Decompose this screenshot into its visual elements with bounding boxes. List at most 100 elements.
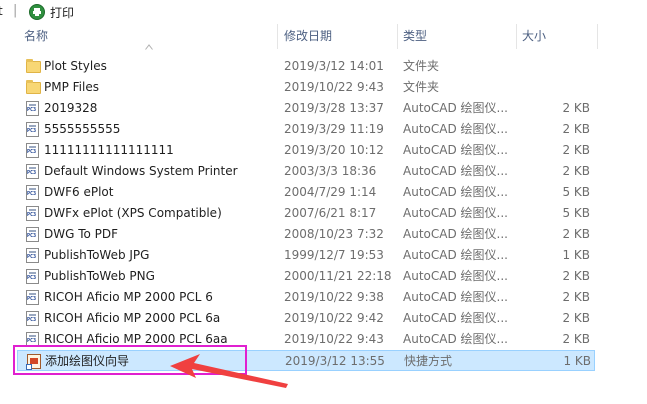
print-icon [29,4,45,20]
file-date: 2007/6/21 8:17 [284,206,377,220]
file-date: 2004/7/29 1:14 [284,185,377,199]
column-divider[interactable] [397,24,398,49]
toolbar-cut-off-label: t [0,4,3,18]
toolbar: t | 打印 [0,0,647,24]
column-header-row: 名称 修改日期 类型 大小 [0,24,647,50]
file-type: AutoCAD 绘图仪... [403,311,508,325]
file-type: 文件夹 [403,80,440,94]
file-type: AutoCAD 绘图仪... [403,227,508,241]
column-divider[interactable] [597,24,598,49]
file-size [517,56,590,77]
file-date: 2019/3/12 13:55 [285,354,385,368]
file-size: 2 KB [562,164,590,178]
pc3-file-icon [26,290,39,305]
file-row[interactable]: PublishToWeb PNG 2000/11/21 22:18 AutoCA… [17,266,595,287]
column-header-size[interactable]: 大小 [518,24,596,49]
pc3-file-icon [26,269,39,284]
file-date: 2019/10/22 9:43 [284,80,384,94]
file-name: Default Windows System Printer [44,164,238,178]
file-row[interactable]: Default Windows System Printer 2003/3/3 … [17,161,595,182]
file-size: 2 KB [562,101,590,115]
file-type: AutoCAD 绘图仪... [403,290,508,304]
file-row[interactable]: DWF6 ePlot 2004/7/29 1:14 AutoCAD 绘图仪...… [17,182,595,203]
file-size: 5 KB [562,206,590,220]
pc3-file-icon [26,227,39,242]
file-row-add-plotter-wizard[interactable]: 添加绘图仪向导 2019/3/12 13:55 快捷方式 1 KB [17,350,595,371]
print-label: 打印 [50,5,75,20]
file-type: AutoCAD 绘图仪... [403,206,508,220]
file-name: 11111111111111111 [44,143,174,157]
toolbar-separator: | [13,3,18,18]
file-size: 2 KB [562,311,590,325]
file-row[interactable]: DWFx ePlot (XPS Compatible) 2007/6/21 8:… [17,203,595,224]
file-size: 2 KB [562,227,590,241]
file-row[interactable]: DWG To PDF 2008/10/23 7:32 AutoCAD 绘图仪..… [17,224,595,245]
file-row[interactable]: 5555555555 2019/3/29 11:19 AutoCAD 绘图仪..… [17,119,595,140]
pc3-file-icon [26,311,39,326]
file-row[interactable]: 11111111111111111 2019/3/20 10:12 AutoCA… [17,140,595,161]
column-header-date[interactable]: 修改日期 [280,24,395,49]
pc3-file-icon [26,143,39,158]
column-divider[interactable] [516,24,517,49]
pc3-file-icon [26,101,39,116]
file-name: RICOH Aficio MP 2000 PCL 6 [44,290,213,304]
file-name: 5555555555 [44,122,121,136]
column-divider[interactable] [277,24,278,49]
file-type: 文件夹 [403,59,440,73]
file-name: DWG To PDF [44,227,119,241]
file-name: RICOH Aficio MP 2000 PCL 6a [44,311,221,325]
file-row[interactable]: PublishToWeb JPG 1999/12/7 19:53 AutoCAD… [17,245,595,266]
column-header-name[interactable]: 名称 [20,24,275,49]
file-date: 2019/3/20 10:12 [284,143,384,157]
pc3-file-icon [26,248,39,263]
file-date: 2019/10/22 9:43 [284,332,384,346]
file-row[interactable]: 2019328 2019/3/28 13:37 AutoCAD 绘图仪... 2… [17,98,595,119]
file-name: PMP Files [44,80,99,94]
file-date: 2019/10/22 9:42 [284,311,384,325]
folder-icon [26,80,41,94]
file-row-pmp-files[interactable]: PMP Files 2019/10/22 9:43 文件夹 [17,77,595,98]
file-row[interactable]: RICOH Aficio MP 2000 PCL 6a 2019/10/22 9… [17,308,595,329]
file-size: 2 KB [562,122,590,136]
file-date: 2019/3/29 11:19 [284,122,384,136]
file-type: AutoCAD 绘图仪... [403,164,508,178]
pc3-file-icon [26,164,39,179]
file-name: PublishToWeb JPG [44,248,150,262]
file-date: 2019/3/12 14:01 [284,59,384,73]
pc3-file-icon [26,206,39,221]
file-row[interactable]: RICOH Aficio MP 2000 PCL 6 2019/10/22 9:… [17,287,595,308]
file-size: 2 KB [562,290,590,304]
pc3-file-icon [26,122,39,137]
file-type: AutoCAD 绘图仪... [403,248,508,262]
file-type: 快捷方式 [404,354,453,368]
file-size: 5 KB [562,185,590,199]
file-name: 添加绘图仪向导 [45,354,130,368]
print-button[interactable]: 打印 [29,2,74,22]
file-name: PublishToWeb PNG [44,269,155,283]
file-type: AutoCAD 绘图仪... [403,101,508,115]
file-size: 2 KB [562,332,590,346]
file-row-plot-styles[interactable]: Plot Styles 2019/3/12 14:01 文件夹 [17,56,595,77]
file-date: 2003/3/3 18:36 [284,164,377,178]
file-type: AutoCAD 绘图仪... [403,122,508,136]
file-date: 2000/11/21 22:18 [284,269,392,283]
file-size [517,77,590,98]
file-type: AutoCAD 绘图仪... [403,185,508,199]
file-size: 1 KB [563,354,591,368]
file-type: AutoCAD 绘图仪... [403,143,508,157]
file-name: 2019328 [44,101,98,115]
file-date: 2008/10/23 7:32 [284,227,384,241]
file-type: AutoCAD 绘图仪... [403,332,508,346]
file-date: 2019/10/22 9:38 [284,290,384,304]
pc3-file-icon [26,332,39,347]
column-header-type[interactable]: 类型 [399,24,514,49]
file-size: 2 KB [562,143,590,157]
file-name: DWFx ePlot (XPS Compatible) [44,206,222,220]
file-date: 1999/12/7 19:53 [284,248,384,262]
folder-icon [26,59,41,73]
pc3-file-icon [26,185,39,200]
file-date: 2019/3/28 13:37 [284,101,384,115]
file-size: 1 KB [562,248,590,262]
file-row[interactable]: RICOH Aficio MP 2000 PCL 6aa 2019/10/22 … [17,329,595,350]
file-name: RICOH Aficio MP 2000 PCL 6aa [44,332,228,346]
